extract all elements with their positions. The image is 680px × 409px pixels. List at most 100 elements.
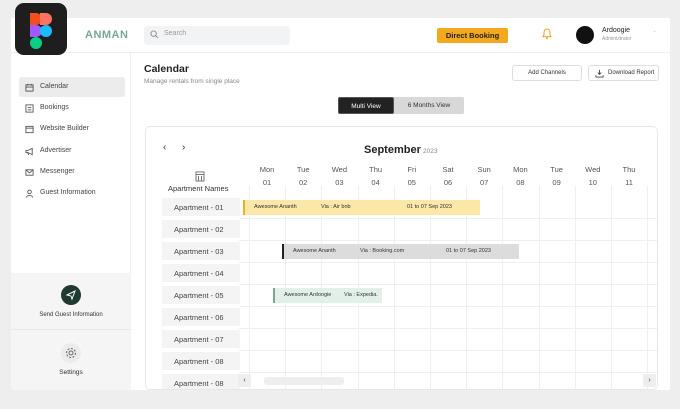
day-name: Tue [550, 165, 563, 174]
apartment-name[interactable]: Apartment - 04 [174, 269, 224, 278]
day-name: Thu [369, 165, 383, 174]
grid-row-line [239, 328, 657, 329]
day-header: Mon 01 [249, 165, 285, 187]
multi-view-tab[interactable]: Multi View [338, 97, 394, 114]
grid-row-line [239, 240, 657, 241]
sidebar-item-bookings[interactable]: Bookings [19, 98, 125, 118]
figma-logo-icon [15, 3, 67, 55]
send-icon [65, 289, 76, 301]
add-channels-button[interactable]: Add Channels [512, 65, 582, 81]
booking-via: Via : Air bnb [321, 204, 351, 210]
apartment-names-header: Apartment Names [168, 184, 229, 193]
sidebar-item-label: Calendar [40, 83, 69, 90]
sidebar-item-advertiser[interactable]: Advertiser [19, 141, 125, 161]
scroll-left-button[interactable]: ‹ [238, 374, 251, 387]
grid-column-line [611, 186, 612, 389]
booking-bar[interactable]: Awesome Ananth Via : Air bnb 01 to 07 Se… [243, 200, 480, 215]
sidebar: Calendar Bookings Website Builder Advert… [11, 53, 131, 390]
day-header: Wed 10 [575, 165, 611, 187]
day-date: 05 [407, 178, 416, 187]
send-guest-info-label[interactable]: Send Guest Information [11, 312, 131, 318]
grid-row-line [239, 306, 657, 307]
calendar-grid-icon [195, 171, 205, 182]
day-name: Mon [259, 165, 275, 174]
download-report-button[interactable]: Download Report [588, 65, 659, 81]
send-guest-info-button[interactable] [61, 285, 81, 305]
day-name: Wed [585, 165, 601, 174]
avatar[interactable] [576, 26, 594, 44]
apartment-name[interactable]: Apartment - 07 [174, 335, 224, 344]
next-month-arrow[interactable]: › [182, 142, 185, 153]
calendar-year: 2023 [423, 148, 438, 155]
day-name: Thu [622, 165, 636, 174]
day-date: 04 [371, 178, 380, 187]
day-header: Mon 08 [502, 165, 538, 187]
app-window: ANMAN Search Direct Booking Ardoogie Adm… [11, 18, 670, 390]
page-title: Calendar [144, 63, 189, 75]
calendar-month: September [364, 144, 421, 156]
apartment-name[interactable]: Apartment - 03 [174, 247, 224, 256]
user-role: Administrator [602, 36, 632, 42]
direct-booking-button[interactable]: Direct Booking [437, 28, 508, 43]
download-report-label: Download Report [608, 70, 655, 76]
website-builder-icon [25, 125, 34, 134]
day-header: Wed 03 [321, 165, 357, 187]
grid-column-line [249, 186, 250, 389]
mail-icon [25, 169, 34, 176]
sidebar-item-label: Guest Information [40, 189, 96, 196]
day-date: 06 [443, 178, 453, 187]
sidebar-item-calendar[interactable]: Calendar [19, 77, 125, 97]
apartment-name[interactable]: Apartment - 05 [174, 291, 224, 300]
booking-bar[interactable]: Awesome Ardoogie Via : Expedia. [273, 288, 382, 303]
view-toggle: Multi View 6 Months View [338, 97, 464, 114]
grid-column-line [574, 186, 576, 389]
apartment-name[interactable]: Apartment - 01 [174, 203, 224, 212]
booking-guest: Awesome Ardoogie [284, 292, 332, 298]
page-subtitle: Manage rentals from single place [144, 78, 240, 85]
grid-column-line [430, 186, 431, 389]
settings-label[interactable]: Settings [11, 369, 131, 376]
day-header: Thu 04 [358, 165, 394, 187]
day-name: Fri [407, 165, 417, 174]
booking-via: Via : Expedia. [344, 292, 378, 298]
download-icon [595, 69, 604, 78]
booking-bar[interactable]: Awesome Ananth Via : Booking.com 01 to 0… [282, 244, 519, 259]
sidebar-item-website-builder[interactable]: Website Builder [19, 119, 125, 139]
apartment-name[interactable]: Apartment - 02 [174, 225, 224, 234]
sidebar-item-label: Website Builder [40, 125, 89, 132]
settings-button[interactable] [61, 343, 81, 363]
day-date: 08 [516, 178, 525, 187]
grid-row-line [239, 262, 657, 263]
search-placeholder: Search [164, 30, 187, 37]
grid-column-line [502, 186, 504, 389]
day-name: Sun [477, 165, 491, 174]
grid-column-line [393, 186, 395, 389]
top-bar: ANMAN Search Direct Booking Ardoogie Adm… [11, 18, 670, 53]
search-input[interactable]: Search [144, 26, 290, 45]
booking-via: Via : Booking.com [360, 248, 405, 254]
sidebar-item-guest-information[interactable]: Guest Information [19, 183, 125, 203]
apartment-name[interactable]: Apartment - 06 [174, 313, 224, 322]
grid-column-line [466, 186, 468, 389]
bell-icon[interactable] [542, 28, 552, 40]
day-date: 12 [647, 178, 657, 187]
sidebar-item-messenger[interactable]: Messenger [19, 162, 125, 182]
day-header: Thu 11 [611, 165, 647, 187]
six-months-view-tab[interactable]: 6 Months View [394, 97, 464, 114]
apartment-name[interactable]: Apartment - 08 [174, 379, 224, 388]
scroll-right-button[interactable]: › [643, 374, 656, 387]
horizontal-scrollbar[interactable] [264, 377, 344, 385]
booking-dates: 01 to 07 Sep 2023 [407, 204, 452, 210]
sidebar-item-label: Advertiser [40, 147, 72, 154]
user-icon [25, 189, 34, 198]
prev-month-arrow[interactable]: ‹ [163, 142, 166, 153]
calendar-icon [25, 83, 34, 92]
apartment-name[interactable]: Apartment - 08 [174, 357, 224, 366]
booking-guest: Awesome Ananth [254, 204, 297, 210]
bookings-icon [25, 104, 34, 113]
day-header: Sat 06 [430, 165, 466, 187]
chevron-updown-icon[interactable]: ⌃ [652, 30, 657, 37]
day-name: Sat [442, 165, 454, 174]
day-header: Fri 12 [647, 165, 657, 187]
user-name: Ardoogie [602, 27, 631, 34]
